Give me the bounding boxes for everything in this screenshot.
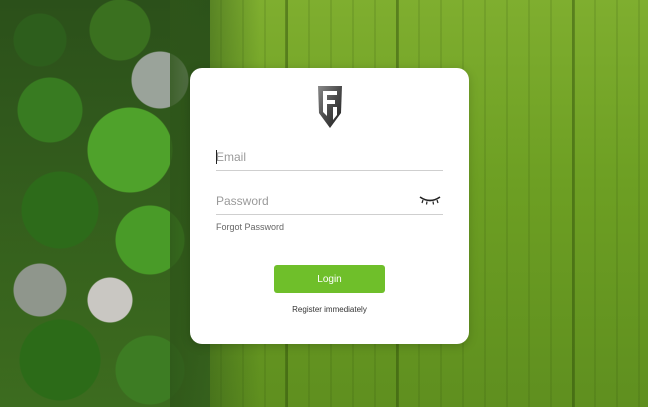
password-field[interactable] [216,188,443,214]
login-screen: Forgot Password Login Register immediate… [0,0,648,407]
register-link[interactable]: Register immediately [190,305,469,314]
eye-closed-icon[interactable] [419,195,441,205]
password-underline [216,214,443,215]
forgot-password-link[interactable]: Forgot Password [216,222,284,232]
email-field-group [216,144,443,171]
login-card: Forgot Password Login Register immediate… [190,68,469,344]
email-underline [216,170,443,171]
text-cursor [216,150,217,164]
login-button[interactable]: Login [274,265,385,293]
password-field-group [216,188,443,215]
brand-shield-logo-icon [318,86,342,128]
email-field[interactable] [216,144,443,170]
tractor-track [572,0,575,407]
